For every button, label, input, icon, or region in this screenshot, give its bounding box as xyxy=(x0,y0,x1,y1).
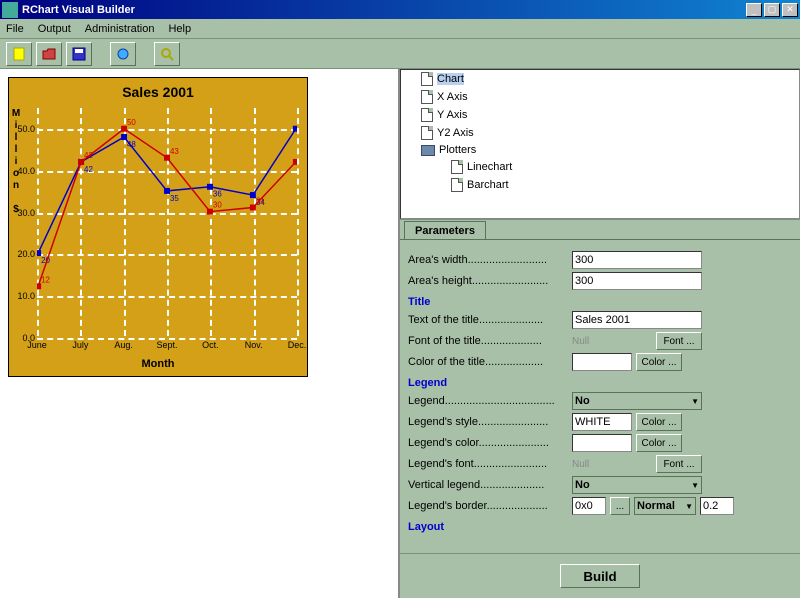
select-legend[interactable]: No▼ xyxy=(572,392,702,410)
label-legend-color: Legend's color....................... xyxy=(408,437,568,449)
menu-output[interactable]: Output xyxy=(38,23,71,35)
title-font-null: Null xyxy=(572,336,652,347)
tree-item-label: Y Axis xyxy=(437,109,467,121)
tree-item-x-axis[interactable]: X Axis xyxy=(401,88,799,106)
build-button[interactable]: Build xyxy=(560,564,640,588)
menu-bar: File Output Administration Help xyxy=(0,19,800,39)
chart-xlabel: Month xyxy=(9,358,307,370)
label-vertical-legend: Vertical legend..................... xyxy=(408,479,568,491)
input-legend-color[interactable] xyxy=(572,434,632,452)
svg-text:35: 35 xyxy=(170,194,179,203)
input-legend-style[interactable] xyxy=(572,413,632,431)
main-area: Sales 2001 Million$ 0.010.020.030.040.05… xyxy=(0,69,800,598)
tree-item-label: Plotters xyxy=(439,144,476,156)
app-icon xyxy=(2,2,18,18)
select-vertical-legend[interactable]: No▼ xyxy=(572,476,702,494)
input-title-text[interactable] xyxy=(572,311,702,329)
document-icon xyxy=(421,90,433,104)
svg-text:42: 42 xyxy=(84,165,93,174)
tree-item-label: Linechart xyxy=(467,161,512,173)
menu-file[interactable]: File xyxy=(6,23,24,35)
params-body[interactable]: Area's width.......................... A… xyxy=(400,239,800,553)
component-tree[interactable]: Chart X Axis Y Axis Y2 Axis Plotters Linechar… xyxy=(400,69,800,219)
tree-item-label: Barchart xyxy=(467,179,509,191)
preview-button[interactable] xyxy=(154,42,180,66)
title-font-button[interactable]: Font ... xyxy=(656,332,702,350)
tree-item-linechart[interactable]: Linechart xyxy=(401,158,799,176)
maximize-button[interactable]: ▢ xyxy=(764,3,780,17)
chart-preview: Sales 2001 Million$ 0.010.020.030.040.05… xyxy=(8,77,308,377)
save-button[interactable] xyxy=(66,42,92,66)
input-legend-border-width[interactable] xyxy=(700,497,734,515)
toolbar xyxy=(0,39,800,69)
folder-icon xyxy=(421,145,435,156)
legend-font-button[interactable]: Font ... xyxy=(656,455,702,473)
tree-item-y-axis[interactable]: Y Axis xyxy=(401,106,799,124)
new-button[interactable] xyxy=(6,42,32,66)
label-legend: Legend..................................… xyxy=(408,395,568,407)
input-title-color[interactable] xyxy=(572,353,632,371)
title-color-button[interactable]: Color ... xyxy=(636,353,682,371)
label-title-font: Font of the title.................... xyxy=(408,335,568,347)
params-tab[interactable]: Parameters xyxy=(404,221,486,240)
tree-item-label: Y2 Axis xyxy=(437,127,474,139)
legend-color-button[interactable]: Color ... xyxy=(636,434,682,452)
browser-button[interactable] xyxy=(110,42,136,66)
svg-text:12: 12 xyxy=(41,275,50,284)
label-title-color: Color of the title................... xyxy=(408,356,568,368)
section-title: Title xyxy=(408,296,798,308)
svg-text:42: 42 xyxy=(84,151,93,160)
chart-title: Sales 2001 xyxy=(9,78,307,100)
select-legend-border-style[interactable]: Normal▼ xyxy=(634,497,696,515)
input-area-height[interactable] xyxy=(572,272,702,290)
svg-text:50: 50 xyxy=(127,118,136,127)
legend-font-null: Null xyxy=(572,459,652,470)
document-icon xyxy=(421,108,433,122)
svg-text:43: 43 xyxy=(170,147,179,156)
label-legend-style: Legend's style....................... xyxy=(408,416,568,428)
tree-item-y2-axis[interactable]: Y2 Axis xyxy=(401,124,799,142)
tree-item-plotters[interactable]: Plotters xyxy=(401,142,799,158)
tree-item-label: Chart xyxy=(437,73,464,85)
menu-help[interactable]: Help xyxy=(168,23,191,35)
input-legend-border-color[interactable] xyxy=(572,497,606,515)
title-bar: RChart Visual Builder _ ▢ ✕ xyxy=(0,0,800,19)
section-layout: Layout xyxy=(408,521,798,533)
section-legend: Legend xyxy=(408,377,798,389)
svg-text:31: 31 xyxy=(256,197,265,206)
label-legend-border: Legend's border.................... xyxy=(408,500,568,512)
label-area-height: Area's height......................... xyxy=(408,275,568,287)
open-button[interactable] xyxy=(36,42,62,66)
chart-plot-area: 0.010.020.030.040.050.0JuneJulyAug.Sept.… xyxy=(37,108,297,336)
document-icon xyxy=(451,160,463,174)
minimize-button[interactable]: _ xyxy=(746,3,762,17)
document-icon xyxy=(451,178,463,192)
preview-panel: Sales 2001 Million$ 0.010.020.030.040.05… xyxy=(0,69,400,598)
legend-border-picker[interactable]: ... xyxy=(610,497,630,515)
svg-text:30: 30 xyxy=(213,201,222,210)
build-row: Build xyxy=(400,553,800,598)
tree-item-label: X Axis xyxy=(437,91,468,103)
svg-text:48: 48 xyxy=(127,140,136,149)
tree-item-chart[interactable]: Chart xyxy=(401,70,799,88)
document-icon xyxy=(421,126,433,140)
label-legend-font: Legend's font........................ xyxy=(408,458,568,470)
tree-item-barchart[interactable]: Barchart xyxy=(401,176,799,194)
svg-text:36: 36 xyxy=(213,190,222,199)
document-icon xyxy=(421,72,433,86)
legend-style-color-button[interactable]: Color ... xyxy=(636,413,682,431)
params-header: Parameters xyxy=(400,219,800,239)
right-panel: Chart X Axis Y Axis Y2 Axis Plotters Linechar… xyxy=(400,69,800,598)
label-area-width: Area's width.......................... xyxy=(408,254,568,266)
input-area-width[interactable] xyxy=(572,251,702,269)
window-title: RChart Visual Builder xyxy=(22,4,744,16)
menu-administration[interactable]: Administration xyxy=(85,23,155,35)
close-button[interactable]: ✕ xyxy=(782,3,798,17)
label-title-text: Text of the title..................... xyxy=(408,314,568,326)
